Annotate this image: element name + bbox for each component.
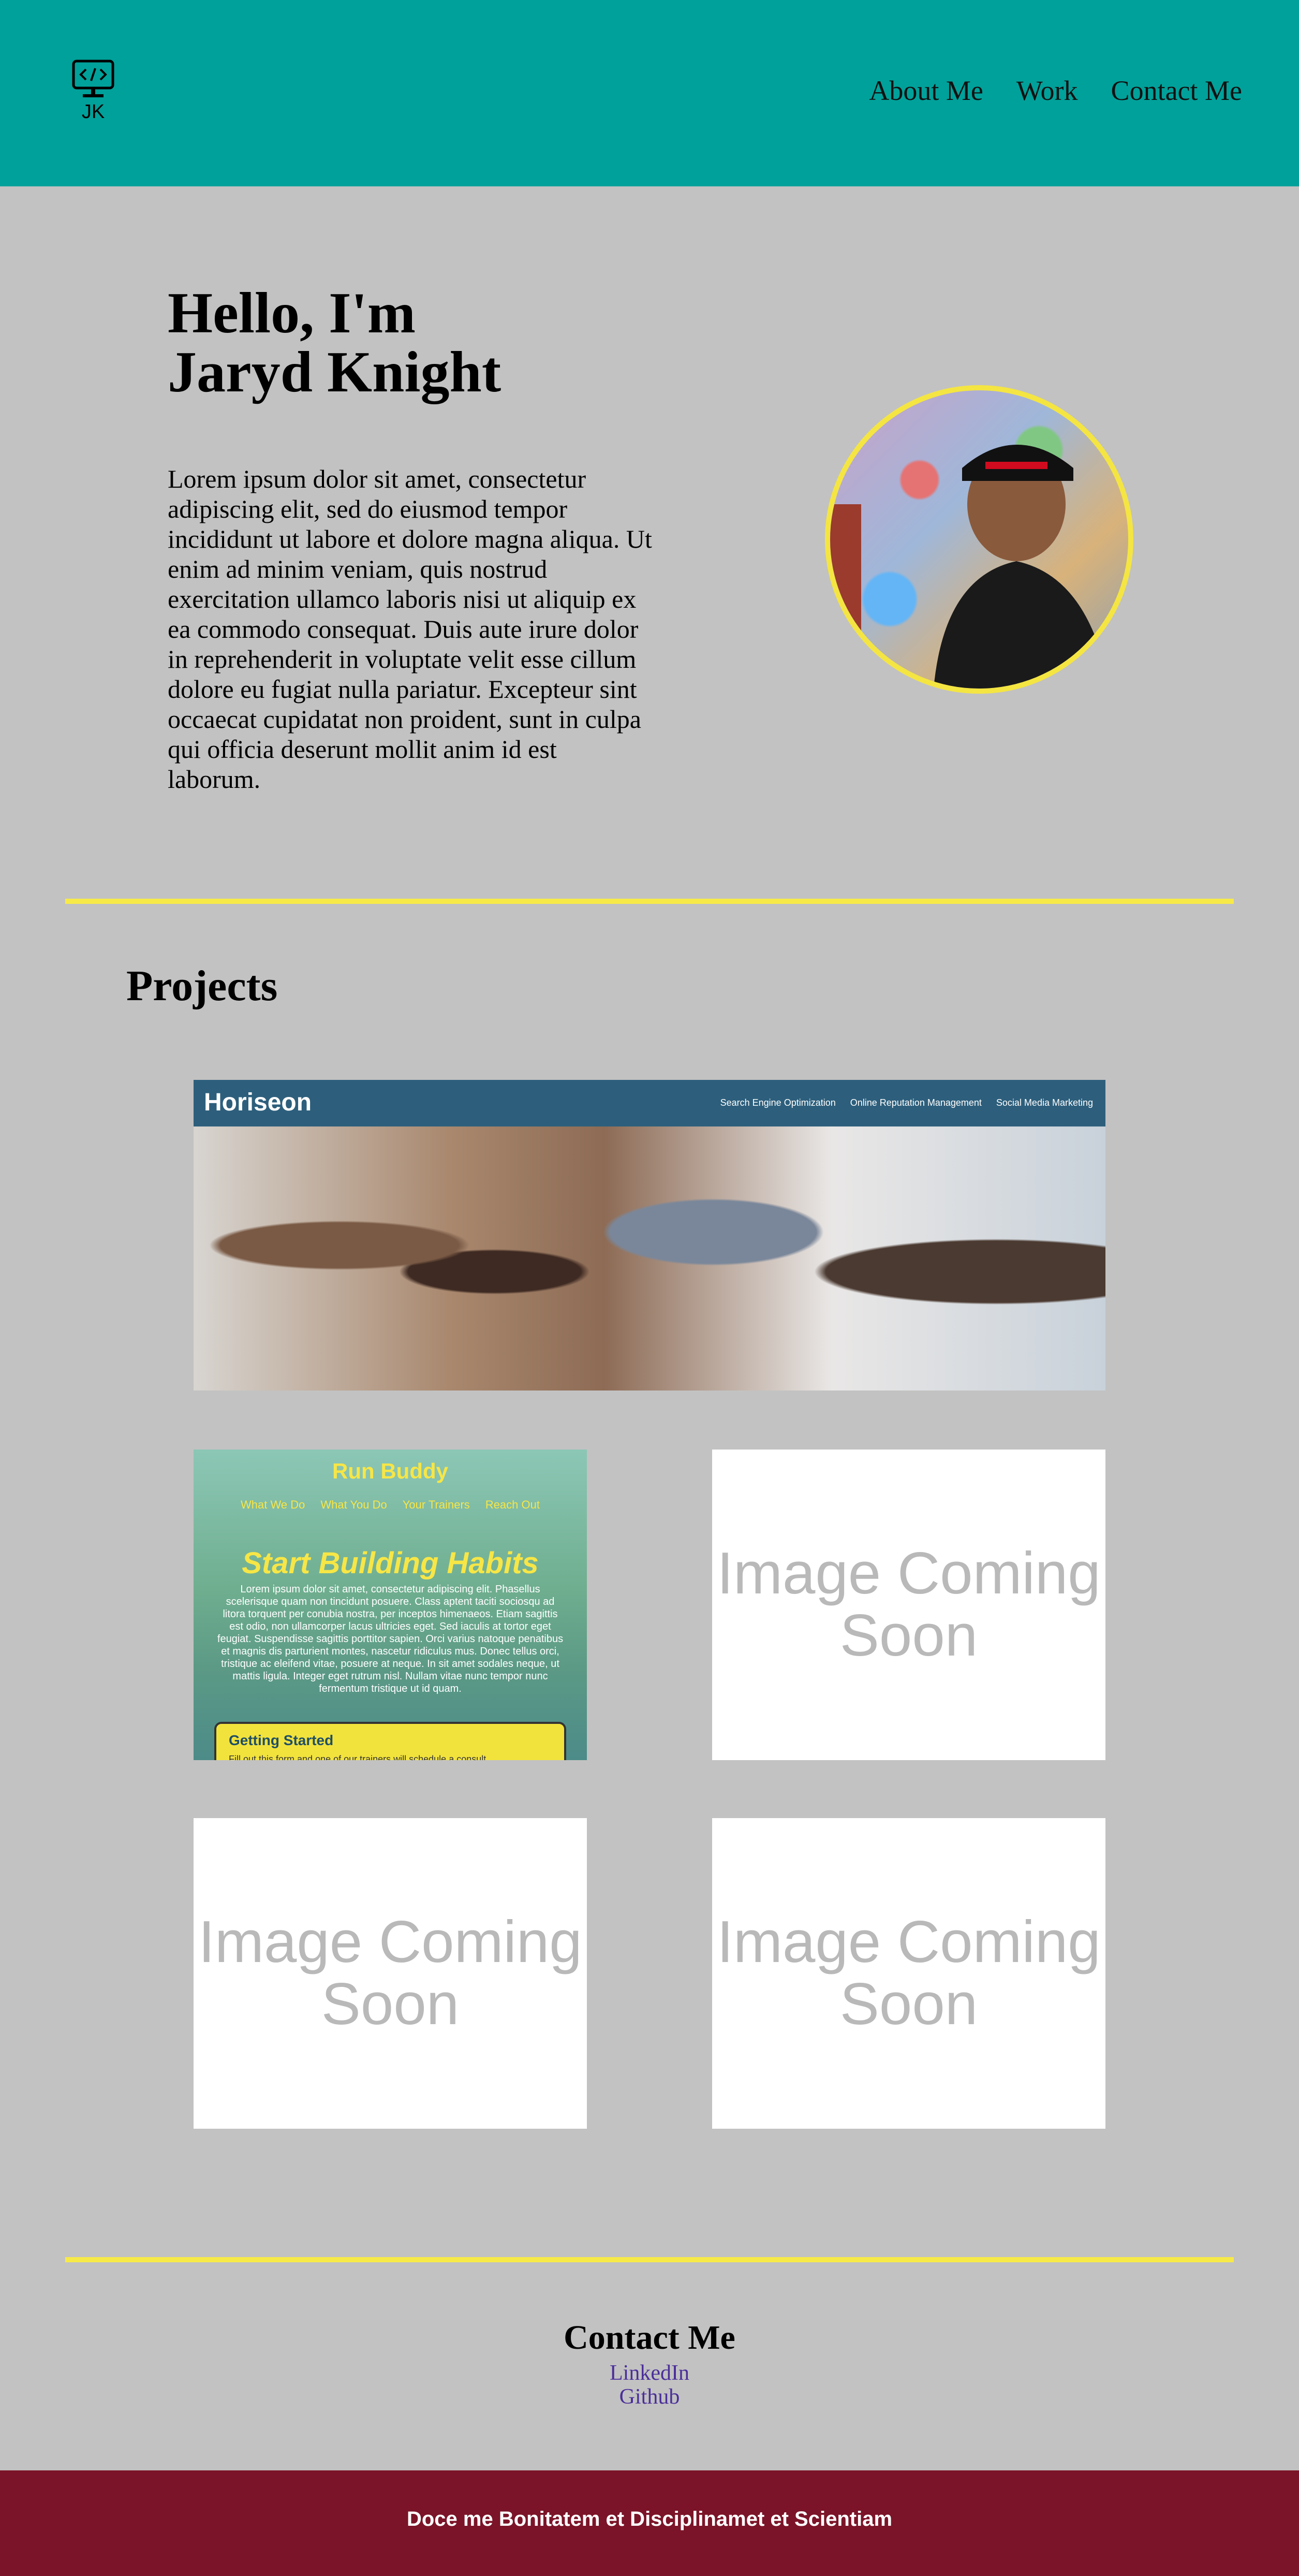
nav-about-me[interactable]: About Me xyxy=(869,75,983,107)
horiseon-link-smm: Social Media Marketing xyxy=(996,1097,1093,1108)
github-link[interactable]: Github xyxy=(0,2384,1299,2409)
horiseon-team-photo xyxy=(194,1126,1105,1391)
person-portrait-icon xyxy=(830,445,1110,689)
run-buddy-nav-what-we-do: What We Do xyxy=(241,1498,305,1511)
project-horiseon[interactable]: Horiseon Search Engine Optimization Onli… xyxy=(194,1080,1105,1391)
horiseon-header: Horiseon Search Engine Optimization Onli… xyxy=(194,1080,1105,1126)
run-buddy-box-text: Fill out this form and one of our traine… xyxy=(229,1754,486,1760)
contact-title: Contact Me xyxy=(564,2319,735,2357)
project-placeholder-1[interactable]: Image Coming Soon xyxy=(712,1450,1105,1760)
hero-title: Hello, I'm Jaryd Knight xyxy=(168,281,501,404)
project-placeholder-2[interactable]: Image Coming Soon xyxy=(194,1818,587,2129)
image-coming-soon-text: Image Coming Soon xyxy=(717,1909,1101,2037)
project-placeholder-3[interactable]: Image Coming Soon xyxy=(712,1818,1105,2129)
footer-motto: Doce me Bonitatem et Disciplinamet et Sc… xyxy=(406,2508,893,2530)
image-coming-soon-text: Image Coming Soon xyxy=(198,1909,582,2037)
run-buddy-nav-your-trainers: Your Trainers xyxy=(402,1498,470,1511)
horiseon-nav: Search Engine Optimization Online Reputa… xyxy=(720,1097,1093,1108)
logo-text: JK xyxy=(81,101,105,123)
run-buddy-body: Lorem ipsum dolor sit amet, consectetur … xyxy=(217,1584,564,1694)
linkedin-link[interactable]: LinkedIn xyxy=(0,2361,1299,2385)
run-buddy-nav-reach-out: Reach Out xyxy=(485,1498,540,1511)
run-buddy-nav: What We Do What You Do Your Trainers Rea… xyxy=(194,1498,587,1512)
projects-title: Projects xyxy=(126,962,278,1010)
site-header: JK About Me Work Contact Me xyxy=(0,0,1299,186)
run-buddy-box-title: Getting Started xyxy=(229,1732,334,1748)
horiseon-link-orm: Online Reputation Management xyxy=(850,1097,982,1108)
site-footer: Doce me Bonitatem et Disciplinamet et Sc… xyxy=(0,2470,1299,2576)
run-buddy-title: Run Buddy xyxy=(332,1459,448,1483)
profile-photo xyxy=(825,385,1133,694)
section-divider xyxy=(65,899,1234,904)
horiseon-brand: Horiseon xyxy=(204,1089,312,1116)
project-run-buddy[interactable]: Run Buddy What We Do What You Do Your Tr… xyxy=(194,1450,587,1760)
run-buddy-nav-what-you-do: What You Do xyxy=(320,1498,387,1511)
nav-contact-me[interactable]: Contact Me xyxy=(1111,75,1242,107)
main-nav: About Me Work Contact Me xyxy=(869,75,1242,107)
section-divider xyxy=(65,2257,1234,2262)
hero-text: Lorem ipsum dolor sit amet, consectetur … xyxy=(168,464,652,794)
monitor-code-icon xyxy=(72,60,114,97)
image-coming-soon-text: Image Coming Soon xyxy=(717,1541,1101,1668)
run-buddy-headline: Start Building Habits xyxy=(242,1546,539,1580)
horiseon-link-seo: Search Engine Optimization xyxy=(720,1097,836,1108)
nav-work[interactable]: Work xyxy=(1016,75,1078,107)
run-buddy-form-box: Getting Started Fill out this form and o… xyxy=(214,1722,566,1760)
logo[interactable]: JK xyxy=(70,59,116,123)
